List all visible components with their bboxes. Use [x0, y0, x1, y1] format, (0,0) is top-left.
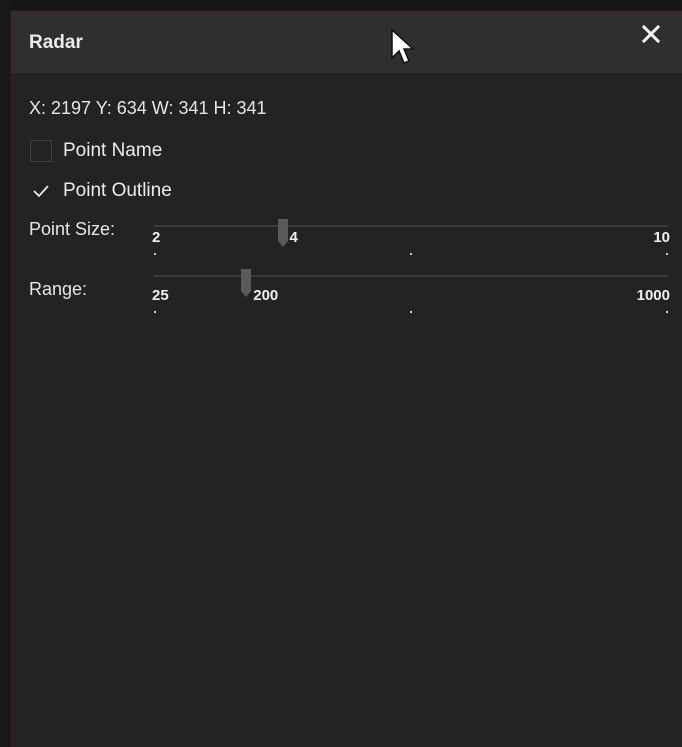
point-name-checkbox[interactable] [30, 140, 52, 162]
point-size-max-label: 10 [653, 229, 670, 246]
tick-mark [154, 311, 156, 313]
tick-mark [410, 253, 412, 255]
title-bar[interactable]: Radar [11, 11, 682, 73]
range-slider[interactable]: 25 200 1000 [152, 269, 670, 313]
point-size-track[interactable] [154, 225, 668, 227]
tick-mark [154, 253, 156, 255]
close-icon [641, 24, 661, 44]
range-max-label: 1000 [636, 287, 670, 304]
point-outline-label: Point Outline [63, 180, 172, 201]
point-size-value-label: 4 [289, 229, 298, 246]
checkmark-icon [33, 185, 49, 198]
point-name-option[interactable]: Point Name [30, 139, 162, 163]
range-track[interactable] [154, 275, 668, 277]
point-size-min-label: 2 [152, 229, 161, 246]
tick-mark [666, 253, 668, 255]
outer-frame-top [0, 0, 682, 10]
range-label: Range: [29, 279, 88, 299]
tick-mark [666, 311, 668, 313]
range-value-label: 200 [253, 287, 279, 304]
coordinates-readout: X: 2197 Y: 634 W: 341 H: 341 [29, 98, 267, 118]
outer-frame-left [0, 0, 10, 747]
range-thumb[interactable] [241, 269, 252, 297]
point-name-label: Point Name [63, 140, 163, 161]
panel-title: Radar [29, 32, 83, 53]
point-outline-checkbox[interactable] [30, 180, 52, 202]
point-size-slider[interactable]: 2 4 10 [152, 219, 670, 259]
mouse-pointer-icon [391, 28, 415, 64]
tick-mark [410, 311, 412, 313]
point-outline-option[interactable]: Point Outline [30, 179, 172, 203]
range-min-label: 25 [152, 287, 169, 304]
close-button[interactable] [637, 20, 665, 48]
point-size-thumb[interactable] [277, 219, 288, 247]
radar-panel: Radar X: 2197 Y: 634 W: 341 H: 341 Point… [10, 10, 682, 747]
point-size-label: Point Size: [29, 219, 116, 239]
